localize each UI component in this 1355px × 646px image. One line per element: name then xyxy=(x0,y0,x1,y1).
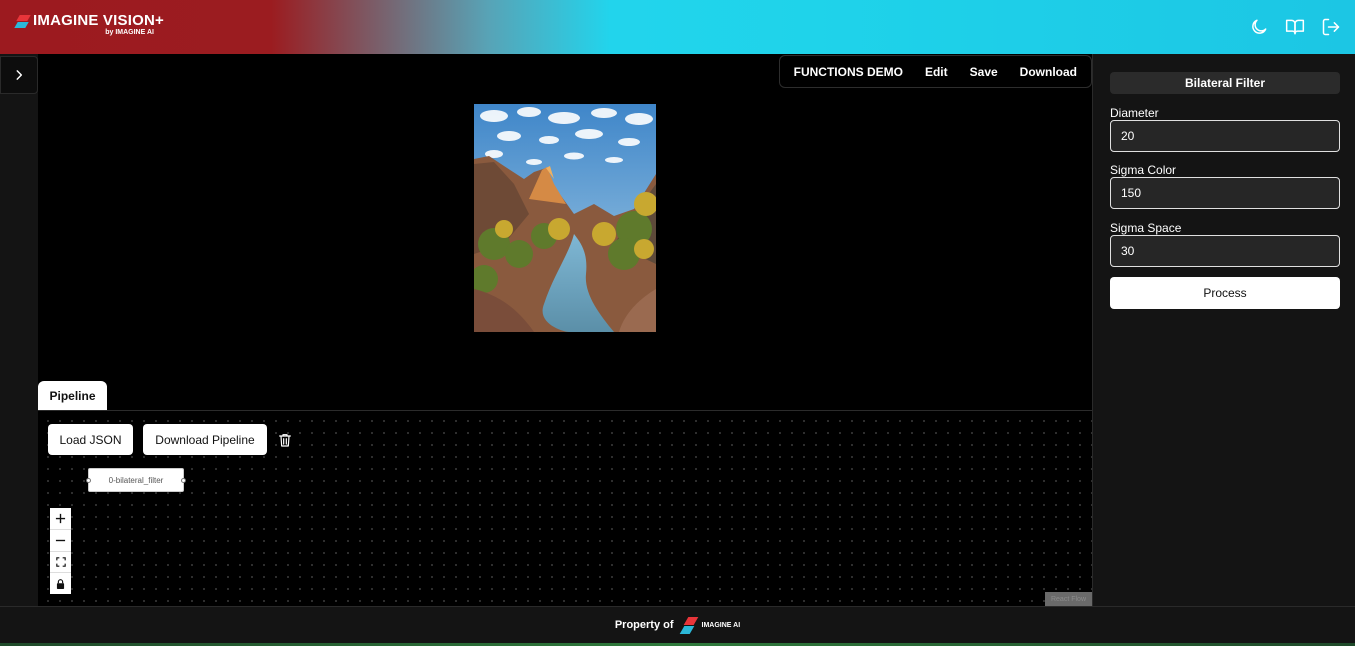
app-subtitle: by IMAGINE AI xyxy=(105,29,154,36)
sigma-color-input[interactable] xyxy=(1110,177,1340,209)
top-menu: FUNCTIONS DEMO Edit Save Download xyxy=(778,55,1092,88)
flow-controls xyxy=(50,508,71,594)
zoom-in-button[interactable] xyxy=(50,508,71,530)
menu-functions-demo[interactable]: FUNCTIONS DEMO xyxy=(794,65,903,79)
node-output-handle[interactable] xyxy=(181,478,186,483)
menu-edit[interactable]: Edit xyxy=(925,65,948,79)
app-footer: Property of IMAGINE AI xyxy=(0,606,1355,646)
menu-save[interactable]: Save xyxy=(970,65,998,79)
chevron-right-icon xyxy=(16,70,23,80)
logout-icon[interactable] xyxy=(1321,17,1341,37)
node-label: 0-bilateral_filter xyxy=(108,475,164,485)
parameter-panel: Bilateral Filter Diameter Sigma Color Si… xyxy=(1092,54,1355,606)
load-json-button[interactable]: Load JSON xyxy=(48,424,133,455)
process-button[interactable]: Process xyxy=(1110,277,1340,309)
plus-icon xyxy=(55,513,66,523)
fit-view-button[interactable] xyxy=(50,552,71,574)
zoom-out-button[interactable] xyxy=(50,530,71,552)
footer-text: Property of xyxy=(614,618,674,631)
logo-mark-icon xyxy=(14,15,31,29)
flow-attribution[interactable]: React Flow xyxy=(1045,592,1092,606)
landscape-image xyxy=(474,104,656,332)
node-input-handle[interactable] xyxy=(86,478,91,483)
trash-icon[interactable] xyxy=(277,431,293,449)
footer-logo-mark-icon xyxy=(679,616,698,635)
footer-logo-text: IMAGINE AI xyxy=(701,622,741,629)
fit-view-icon xyxy=(55,557,66,567)
moon-icon[interactable] xyxy=(1249,17,1269,37)
panel-title: Bilateral Filter xyxy=(1110,72,1340,94)
app-title: IMAGINE VISION+ xyxy=(33,12,164,29)
book-icon[interactable] xyxy=(1285,17,1305,37)
pipeline-flow-canvas[interactable]: Load JSON Download Pipeline 0-bilateral_… xyxy=(38,410,1092,606)
minus-icon xyxy=(55,539,66,541)
tab-pipeline[interactable]: Pipeline xyxy=(38,381,107,410)
diameter-input[interactable] xyxy=(1110,120,1340,152)
main-canvas: FUNCTIONS DEMO Edit Save Download Pipeli… xyxy=(38,54,1092,606)
pipeline-node[interactable]: 0-bilateral_filter xyxy=(86,468,186,492)
app-logo[interactable]: IMAGINE VISION+ by IMAGINE AI xyxy=(14,12,164,39)
sidebar-expand-button[interactable] xyxy=(0,56,38,94)
download-pipeline-button[interactable]: Download Pipeline xyxy=(143,424,267,455)
sigma-color-label: Sigma Color xyxy=(1110,163,1177,177)
sigma-space-input[interactable] xyxy=(1110,235,1340,267)
footer-logo: IMAGINE AI xyxy=(679,616,741,635)
lock-icon xyxy=(56,578,65,589)
sigma-space-label: Sigma Space xyxy=(1110,221,1182,235)
image-preview xyxy=(474,104,656,332)
lock-button[interactable] xyxy=(50,573,71,594)
menu-download[interactable]: Download xyxy=(1020,65,1077,79)
app-header: IMAGINE VISION+ by IMAGINE AI xyxy=(0,0,1355,54)
diameter-label: Diameter xyxy=(1110,106,1159,120)
